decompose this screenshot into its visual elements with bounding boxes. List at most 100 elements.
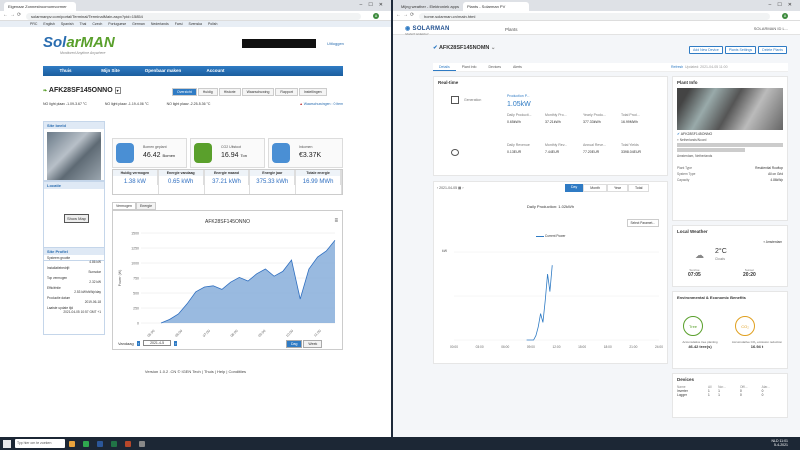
day-button[interactable]: Day <box>565 184 584 192</box>
plant-title: ❧ AFK28SF145ONNO ▾ <box>43 87 121 94</box>
avatar[interactable]: A <box>782 13 788 19</box>
tab-plant-info[interactable]: Plant Info <box>456 63 483 71</box>
language-link[interactable]: Farsi <box>175 22 183 26</box>
show-map-button[interactable]: Show Map <box>64 214 89 223</box>
tab-overview[interactable]: Overzicht <box>172 88 197 96</box>
tab-settings[interactable]: Instellingen <box>298 88 327 96</box>
date-picker[interactable]: ‹ 2021-04-05 ▦ › <box>437 186 464 190</box>
total-button[interactable]: Total <box>628 184 650 192</box>
add-device-button[interactable]: Add New Device <box>688 46 723 54</box>
language-link[interactable]: Thai <box>80 22 87 26</box>
chrome-icon[interactable] <box>83 440 89 447</box>
refresh-link[interactable]: Refresh <box>671 65 683 69</box>
solarman-logo: SolarMAN <box>43 34 115 51</box>
tree-benefit: Accumulative tree planting 46.42 tree(s) <box>682 340 718 349</box>
footer-link-help[interactable]: Help <box>217 369 225 374</box>
folder-icon[interactable] <box>69 440 75 447</box>
footer-link-conditions[interactable]: Conditiies <box>228 369 246 374</box>
profile-value: 4.86 kW <box>89 260 101 264</box>
logout-link[interactable]: Uitloggen <box>327 41 344 46</box>
energy-cell: Energie maand 37.21 kWh <box>204 170 251 194</box>
excel-icon[interactable] <box>111 440 117 447</box>
year-button[interactable]: Year <box>606 184 629 192</box>
chevron-down-icon[interactable]: ⌄ <box>491 45 496 51</box>
production-card: ‹ 2021-04-05 ▦ › Day Month Year Total Da… <box>433 181 668 364</box>
table-row[interactable]: Logger 1 1 0 0 <box>677 393 785 397</box>
app-icon[interactable] <box>139 440 145 447</box>
menu-icon[interactable]: ≡ <box>334 218 338 224</box>
language-link[interactable]: Portuguese <box>108 22 126 26</box>
date-input[interactable]: 2021-4-5 <box>143 340 172 346</box>
menu-item-account[interactable]: Account <box>193 66 238 76</box>
x-tick-label: 10:00 <box>285 329 294 338</box>
back-icon[interactable]: ← <box>3 12 8 18</box>
footer-link-home[interactable]: Thuis <box>204 369 214 374</box>
window-controls[interactable]: –☐✕ <box>360 2 389 8</box>
user-menu[interactable]: SOLARMAN ID L... <box>754 26 788 31</box>
footer-link-igen[interactable]: IGEN Tech <box>181 369 200 374</box>
word-icon[interactable] <box>97 440 103 447</box>
prev-day-icon[interactable]: ‹ <box>136 340 141 346</box>
tab-report[interactable]: Rapport <box>275 88 298 96</box>
tab-current[interactable]: Huidig <box>197 88 218 96</box>
energy-value: 16.99 MWh <box>296 176 341 185</box>
energy-value: 1.38 kW <box>113 176 158 185</box>
table-cell: 0 <box>761 393 764 397</box>
language-link[interactable]: German <box>132 22 145 26</box>
tab-plants[interactable]: Plants - Solarman PV <box>463 2 529 11</box>
energy-cell: Totale energie 16.99 MWh <box>296 170 342 194</box>
tab-warning[interactable]: Waarschuwing <box>241 88 275 96</box>
week-button[interactable]: Week <box>303 340 323 348</box>
language-link[interactable]: Spanish <box>61 22 74 26</box>
menu-item-publish[interactable]: Openbaar maken <box>133 66 193 76</box>
month-button[interactable]: Month <box>583 184 607 192</box>
x-tick-label: 05:00 <box>147 329 156 338</box>
language-link[interactable]: Nederlands <box>151 22 169 26</box>
tab-solarmanpv[interactable]: Eigenaar Zonnestroomomvormer <box>4 2 76 11</box>
taskbar-search[interactable]: Typ hier om te zoeken <box>15 439 65 448</box>
back-icon[interactable]: ← <box>396 12 401 18</box>
tab-weather[interactable]: Mijng weather - Elektroniek apps <box>397 2 461 11</box>
calendar-icon: ▦ <box>458 186 462 190</box>
forward-icon[interactable]: → <box>10 12 15 18</box>
day-button[interactable]: Dag <box>286 340 303 348</box>
power-area <box>161 240 335 323</box>
language-link[interactable]: Czech <box>92 22 102 26</box>
url-input[interactable]: home.solarman.cn/main.html <box>419 13 770 20</box>
reload-icon[interactable]: ⟳ <box>17 12 21 18</box>
powerpoint-icon[interactable] <box>125 440 131 447</box>
tab-devices[interactable]: Devices <box>483 63 507 71</box>
plant-info-row: Capacity 4.86kWp <box>673 177 787 183</box>
delete-plant-button[interactable]: Delete Plants <box>758 46 787 54</box>
system-tray[interactable]: NLD 11:01 5-4-2021 <box>772 439 789 447</box>
tab-energy[interactable]: Energie <box>135 202 157 210</box>
avatar[interactable]: A <box>373 13 379 19</box>
next-day-icon[interactable]: › <box>174 340 178 346</box>
language-link[interactable]: PRC <box>30 22 37 26</box>
url-input[interactable]: solarmanpv.com/portal/Terminal/TerminalM… <box>26 13 361 20</box>
dropdown-icon[interactable]: ▾ <box>114 87 121 94</box>
stat-value: 377.33kWh <box>583 120 601 124</box>
nav-plants[interactable]: Plants <box>505 27 518 32</box>
menu-item-my-site[interactable]: Mijn Site <box>88 66 133 76</box>
tab-alerts[interactable]: Alerts <box>507 63 528 71</box>
forward-icon[interactable]: → <box>403 12 408 18</box>
kpi-value: €3.37K <box>299 152 322 159</box>
window-controls[interactable]: –☐✕ <box>769 2 798 8</box>
tab-details[interactable]: Details <box>433 63 456 71</box>
select-parameter-dropdown[interactable]: Select Paramet... <box>626 219 659 227</box>
menu-item-home[interactable]: Thuis <box>43 66 88 76</box>
string-1: NO light plaav -1.09-3.67 °C <box>43 102 87 106</box>
tab-strip: Eigenaar Zonnestroomomvormer –☐✕ <box>0 0 391 11</box>
plant-settings-button[interactable]: Plants Settings <box>724 46 757 54</box>
language-link[interactable]: Polish <box>208 22 218 26</box>
tab-power[interactable]: Vermogen <box>112 202 136 210</box>
language-link[interactable]: English <box>43 22 54 26</box>
tab-history[interactable]: Historie <box>218 88 241 96</box>
language-link[interactable]: Svenska <box>189 22 202 26</box>
reload-icon[interactable]: ⟳ <box>410 12 414 18</box>
factory-icon <box>451 96 459 104</box>
windows-start-icon[interactable] <box>3 439 11 448</box>
table-cell: 0 <box>739 393 742 397</box>
site-photo <box>47 132 101 180</box>
